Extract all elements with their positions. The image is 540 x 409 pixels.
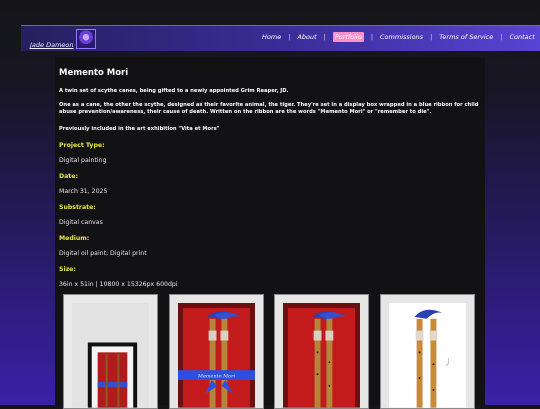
ribbon-text: Memento Mori (197, 374, 236, 380)
medium-label: Medium: (59, 235, 90, 242)
substrate-value: Digital canvas (59, 219, 103, 226)
gallery-thumb-cane-pair[interactable] (380, 294, 475, 409)
date-label: Date: (59, 173, 78, 180)
substrate-label: Substrate: (59, 204, 96, 211)
gallery-thumb-framed-print[interactable] (63, 294, 158, 409)
site-title-link[interactable]: Jade Dameon (30, 41, 74, 49)
nav-home[interactable]: Home (262, 33, 281, 41)
project-panel: Memento Mori A twin set of scythe canes,… (55, 57, 485, 409)
project-description: One as a cane, the other the scythe, des… (59, 102, 479, 115)
nav-separator: | (370, 33, 374, 41)
gallery-thumb-display-box-open[interactable] (274, 294, 369, 409)
display-box-open-image (283, 303, 360, 408)
gallery-thumb-display-box-ribbon[interactable]: Memento Mori (169, 294, 264, 409)
cane-pair-image (389, 303, 466, 408)
nav-contact[interactable]: Contact (509, 33, 534, 41)
page-title: Memento Mori (59, 68, 129, 78)
date-value: March 31, 2025 (59, 188, 108, 195)
nav-portfolio[interactable]: Portfolio (332, 32, 364, 42)
nav-separator: | (288, 33, 291, 41)
project-type-value: Digital painting (59, 157, 107, 164)
size-label: Size: (59, 266, 76, 273)
medium-value: Digital oil paint; Digital print (59, 250, 147, 257)
nav-terms-of-service[interactable]: Terms of Service (439, 33, 493, 41)
nav-separator: | (500, 33, 503, 41)
project-intro: A twin set of scythe canes, being gifted… (59, 88, 289, 94)
size-value: 36in x 51in | 10800 x 15326px 600dpi (59, 281, 178, 288)
framed-print-image (72, 303, 149, 408)
nav-about[interactable]: About (297, 33, 316, 41)
site-header: Jade Dameon Home | About | Portfolio | Commiss… (21, 25, 540, 51)
display-box-ribbon-image: Memento Mori (178, 303, 255, 408)
nav-commissions[interactable]: Commissions (380, 33, 423, 41)
avatar[interactable] (76, 29, 96, 49)
nav-separator: | (323, 33, 326, 41)
project-type-label: Project Type: (59, 142, 105, 149)
nav-separator: | (430, 33, 433, 41)
main-nav: Home | About | Portfolio | Commissions | Terms o… (262, 32, 535, 42)
project-exhibition-note: Previously included in the art exhibitio… (59, 126, 220, 132)
